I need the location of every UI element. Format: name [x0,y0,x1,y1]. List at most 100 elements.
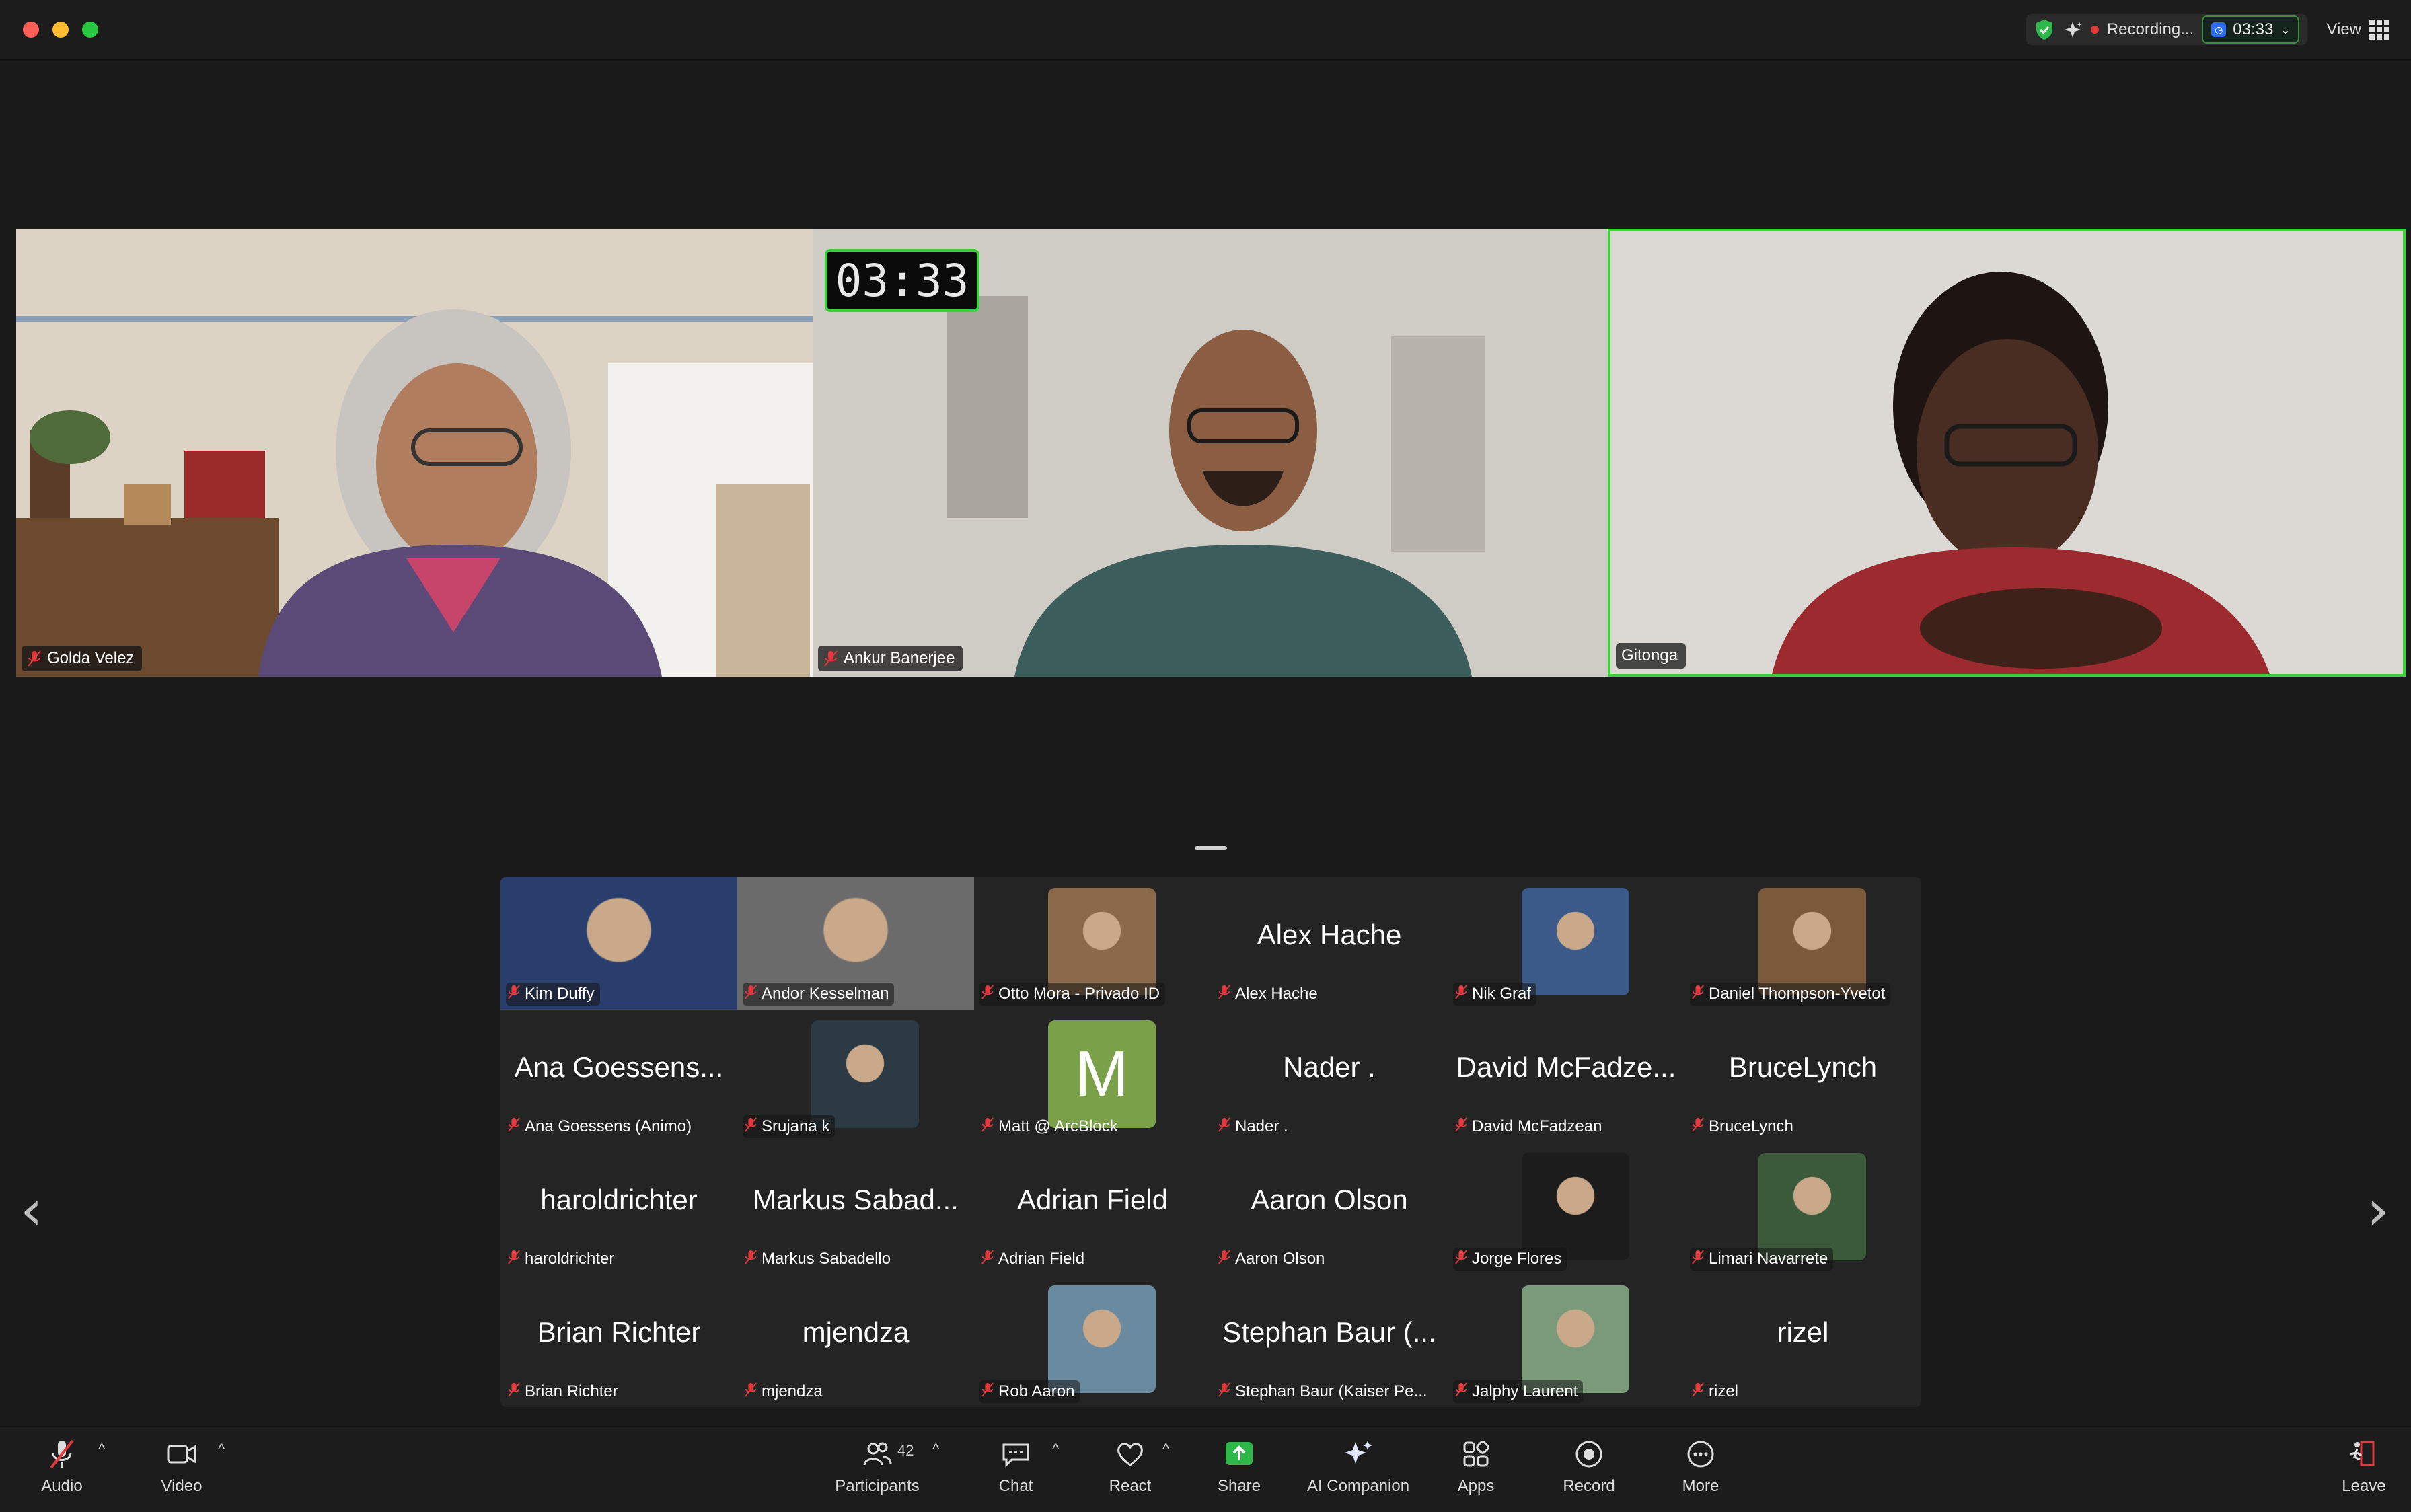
participant-tile[interactable]: Andor Kesselman [737,877,974,1010]
participant-tile[interactable]: Adrian Field Adrian Field [974,1142,1211,1275]
participant-name-tag: Gitonga [1616,643,1686,669]
react-button[interactable]: React [1102,1437,1158,1504]
avatar [1758,1153,1866,1260]
participant-name: Kim Duffy [525,985,595,1003]
meeting-status-pill[interactable]: Recording... ◷ 03:33 ⌄ [2026,14,2308,45]
muted-mic-icon [1218,1382,1231,1402]
participant-tile[interactable]: Kim Duffy [500,877,737,1010]
ai-sparkle-icon [2064,22,2082,38]
participant-tile[interactable]: Brian Richter Brian Richter [500,1275,737,1407]
participant-name-tag: Ana Goessens (Animo) [506,1115,697,1138]
leave-label: Leave [2342,1477,2386,1495]
muted-mic-icon [744,1249,757,1270]
participant-tile[interactable]: BruceLynch BruceLynch [1684,1010,1921,1142]
participant-tile[interactable]: M Matt @ ArcBlock [974,1010,1211,1142]
participant-name: Jorge Flores [1472,1250,1562,1268]
muted-mic-icon [824,650,838,667]
participant-tile[interactable]: Srujana k [737,1010,974,1142]
participant-tile[interactable]: Daniel Thompson-Yvetot [1684,877,1921,1010]
participant-name-tag: Stephan Baur (Kaiser Pe... [1216,1380,1433,1403]
more-button[interactable]: More [1674,1437,1728,1504]
muted-mic-icon [1218,1249,1231,1270]
apps-button[interactable]: Apps [1449,1437,1503,1504]
record-button[interactable]: Record [1561,1437,1617,1504]
participant-name-tag: Markus Sabadello [743,1248,896,1271]
participant-tile[interactable]: mjendza mjendza [737,1275,974,1407]
participant-display-name: Alex Hache [1257,919,1402,950]
resize-handle[interactable] [1195,846,1227,850]
minimize-window-button[interactable] [52,22,69,38]
participant-name: haroldrichter [525,1250,615,1268]
participant-tile[interactable]: Markus Sabad... Markus Sabadello [737,1142,974,1275]
audio-options-caret-icon[interactable]: ^ [98,1441,105,1458]
active-speaker-video-tile[interactable]: Gitonga [1608,229,2406,677]
close-window-button[interactable] [23,22,39,38]
share-button[interactable]: Share [1212,1437,1266,1504]
chat-bubble-icon [1002,1443,1029,1468]
participant-tile[interactable]: Alex Hache Alex Hache [1211,877,1448,1010]
gallery-next-page-button[interactable]: › [2367,1177,2389,1243]
muted-mic-icon [1454,984,1468,1005]
participant-tile[interactable]: Stephan Baur (... Stephan Baur (Kaiser Pe… [1211,1275,1448,1407]
muted-mic-icon [744,984,757,1005]
timer-clock-icon: ◷ [2211,22,2227,37]
participant-tile[interactable]: David McFadze... David McFadzean [1448,1010,1684,1142]
security-shield-icon [2036,20,2052,40]
titlebar-controls: Recording... ◷ 03:33 ⌄ View [2026,13,2396,46]
react-label: React [1109,1477,1152,1495]
participant-name: Ana Goessens (Animo) [525,1117,692,1135]
participant-tile[interactable]: Limari Navarrete [1684,1142,1921,1275]
participant-name-tag: rizel [1690,1380,1744,1403]
participant-display-name: Aaron Olson [1251,1184,1408,1215]
participant-tile[interactable]: Otto Mora - Privado ID [974,877,1211,1010]
muted-mic-icon [507,984,521,1005]
chat-options-caret-icon[interactable]: ^ [1052,1441,1059,1458]
video-button[interactable]: Video [153,1437,210,1504]
participant-name-tag: Jorge Flores [1453,1248,1567,1271]
participant-name-tag: David McFadzean [1453,1115,1607,1138]
participant-tile[interactable]: Nik Graf [1448,877,1684,1010]
chat-button[interactable]: Chat [989,1437,1043,1504]
meeting-timer-overlay: 03:33 [825,249,979,312]
participant-name-tag: Aaron Olson [1216,1248,1330,1271]
meeting-main-area: Golda Velez 03:33 Ankur Banerjee Gitonga… [0,61,2411,1426]
audio-button[interactable]: Audio [35,1437,89,1504]
muted-mic-icon [981,1249,994,1270]
participant-tile[interactable]: Nader . Nader . [1211,1010,1448,1142]
muted-mic-icon [1691,1249,1705,1270]
react-options-caret-icon[interactable]: ^ [1162,1441,1169,1458]
avatar [1522,1285,1629,1393]
participant-name-tag: haroldrichter [506,1248,620,1271]
participants-options-caret-icon[interactable]: ^ [932,1441,939,1458]
video-options-caret-icon[interactable]: ^ [218,1441,225,1458]
gallery-prev-page-button[interactable]: ‹ [20,1177,43,1243]
spotlight-video-tile[interactable]: Golda Velez [16,229,813,677]
participant-tile[interactable]: Jorge Flores [1448,1142,1684,1275]
muted-mic-icon [981,1382,994,1402]
muted-mic-icon [50,1439,74,1469]
participant-tile[interactable]: Aaron Olson Aaron Olson [1211,1142,1448,1275]
participant-tile[interactable]: Rob Aaron [974,1275,1211,1407]
muted-mic-icon [28,650,41,667]
participant-name: Golda Velez [47,649,135,667]
muted-mic-icon [744,1117,757,1137]
participant-tile[interactable]: Jalphy Laurent [1448,1275,1684,1407]
participant-name-tag: Golda Velez [22,646,143,671]
chevron-down-icon: ⌄ [2280,22,2291,36]
participant-display-name: BruceLynch [1728,1051,1878,1083]
muted-mic-icon [1218,984,1231,1005]
avatar [1758,888,1866,995]
leave-button[interactable]: Leave [2337,1437,2391,1504]
participant-display-name: Nader . [1283,1051,1376,1083]
ai-companion-button[interactable]: AI Companion [1301,1437,1415,1504]
spotlight-video-tile[interactable]: 03:33 Ankur Banerjee [813,229,1608,677]
participant-tile[interactable]: haroldrichter haroldrichter [500,1142,737,1275]
meeting-timer[interactable]: ◷ 03:33 ⌄ [2202,15,2300,44]
zoom-window-button[interactable] [82,22,98,38]
apps-label: Apps [1457,1477,1495,1495]
participant-tile[interactable]: rizel rizel [1684,1275,1921,1407]
view-button[interactable]: View [2320,14,2396,45]
participant-display-name: haroldrichter [540,1184,698,1215]
participant-name: BruceLynch [1709,1117,1793,1135]
participant-tile[interactable]: Ana Goessens... Ana Goessens (Animo) [500,1010,737,1142]
